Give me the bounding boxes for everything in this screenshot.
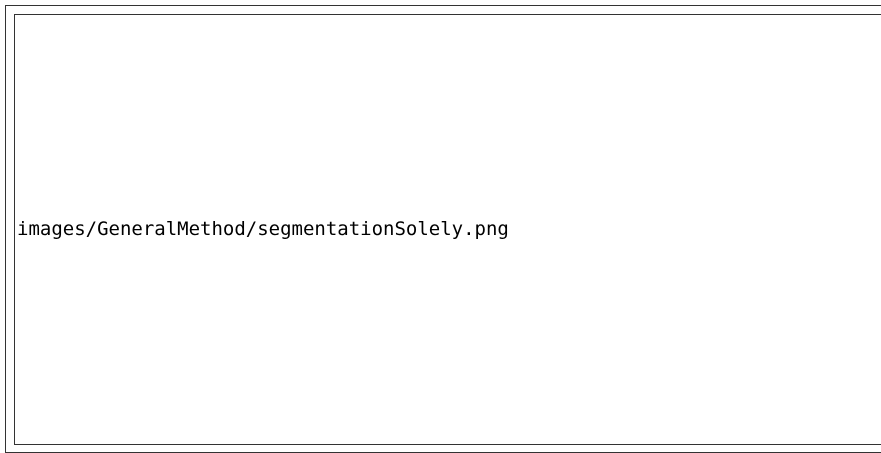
missing-image-path-text: images/GeneralMethod/segmentationSolely.…	[17, 218, 509, 240]
